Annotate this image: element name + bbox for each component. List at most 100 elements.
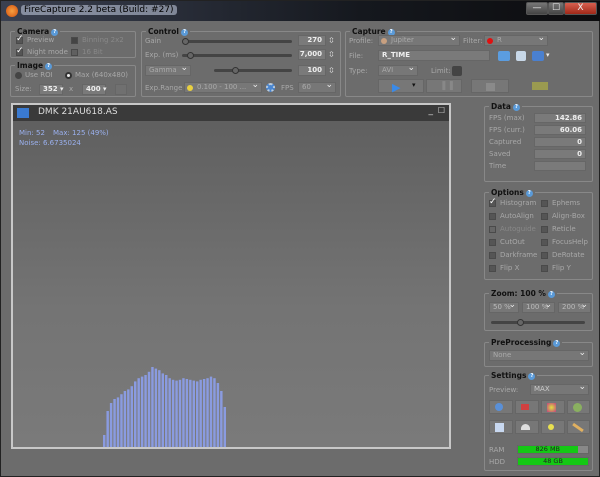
preview-checkbox[interactable] bbox=[16, 34, 24, 44]
max-radio[interactable] bbox=[65, 72, 72, 79]
gain-slider-handle[interactable] bbox=[182, 38, 189, 45]
ram-fill: 826 MB bbox=[518, 446, 578, 453]
folder-icon[interactable] bbox=[532, 51, 544, 61]
exposure-slider[interactable] bbox=[182, 52, 292, 59]
data-value: 142.86 bbox=[534, 113, 586, 123]
light-button[interactable] bbox=[541, 420, 565, 434]
histogram bbox=[103, 367, 226, 447]
zoom-50-button[interactable]: 50 % bbox=[489, 301, 519, 313]
data-label: FPS (curr.) bbox=[489, 126, 525, 134]
gain-spinner[interactable]: ⇳ bbox=[328, 35, 336, 46]
option-checkbox[interactable] bbox=[541, 239, 548, 246]
minimize-button[interactable]: — bbox=[526, 2, 548, 15]
option-checkbox[interactable] bbox=[489, 239, 496, 246]
help-icon[interactable]: ? bbox=[553, 339, 561, 347]
crosshair-button[interactable] bbox=[115, 84, 127, 95]
gamma-spinner[interactable]: ⇳ bbox=[328, 65, 336, 76]
trash-icon[interactable] bbox=[516, 51, 526, 61]
help-icon[interactable]: ? bbox=[51, 28, 59, 36]
start-capture-button[interactable]: ▶ ▾ bbox=[378, 79, 424, 94]
gamma-field[interactable]: 100 bbox=[298, 65, 326, 76]
width-select[interactable]: 352 ▾ bbox=[39, 84, 64, 95]
zoom-200-button[interactable]: 200 % bbox=[558, 301, 591, 313]
gain-slider[interactable] bbox=[182, 38, 292, 45]
option-checkbox[interactable] bbox=[541, 213, 548, 220]
use-roi-radio[interactable] bbox=[15, 72, 22, 79]
histogram-bar bbox=[120, 394, 123, 447]
histogram-bar bbox=[134, 381, 137, 447]
image-title: Image bbox=[17, 61, 44, 70]
help-icon[interactable]: ? bbox=[181, 28, 189, 36]
option-checkbox[interactable] bbox=[489, 252, 496, 259]
folder-dropdown-icon[interactable]: ▾ bbox=[546, 51, 550, 59]
zoom-slider[interactable] bbox=[491, 319, 585, 326]
telescope-button[interactable] bbox=[567, 420, 590, 434]
settings-button[interactable] bbox=[489, 400, 513, 414]
help-icon[interactable]: ? bbox=[525, 189, 533, 197]
option-checkbox[interactable] bbox=[489, 213, 496, 220]
histogram-bar bbox=[116, 397, 120, 447]
maximize-button[interactable]: ☐ bbox=[548, 2, 564, 15]
filter-value: R bbox=[497, 36, 502, 44]
option-checkbox[interactable] bbox=[489, 226, 496, 233]
gear-icon bbox=[495, 403, 503, 411]
data-panel: Data? FPS (max) 142.86 FPS (curr.) 60.06 Cap… bbox=[484, 102, 593, 182]
help-icon[interactable]: ? bbox=[547, 290, 555, 298]
preview-mode-label: Preview: bbox=[489, 386, 519, 394]
speed-button[interactable] bbox=[515, 420, 539, 434]
list-menu-icon[interactable] bbox=[532, 82, 548, 90]
fps-label: FPS bbox=[281, 84, 294, 92]
pause-button[interactable]: ❚❚ bbox=[426, 79, 462, 93]
help-icon[interactable]: ? bbox=[528, 372, 536, 380]
preprocessing-select[interactable]: None bbox=[489, 349, 589, 361]
option-checkbox[interactable] bbox=[541, 226, 548, 233]
exp-range-select[interactable]: 0.100 - 100 ... bbox=[184, 81, 262, 93]
telescope-icon bbox=[572, 422, 584, 433]
control-panel: Control? Gain 270 ⇳ Exp. (ms) 7,000 ⇳ Ga… bbox=[141, 27, 341, 97]
record-settings-button[interactable] bbox=[515, 400, 539, 414]
align-settings-button[interactable] bbox=[567, 400, 590, 414]
data-label: Saved bbox=[489, 150, 511, 158]
histogram-bar bbox=[161, 373, 164, 447]
gain-field[interactable]: 270 bbox=[298, 35, 326, 46]
type-select[interactable]: AVI bbox=[378, 64, 418, 76]
exposure-field[interactable]: 7,000 bbox=[298, 49, 326, 60]
exposure-slider-handle[interactable] bbox=[187, 52, 195, 59]
gear-icon[interactable] bbox=[266, 83, 275, 92]
profile-select[interactable]: Jupiter bbox=[378, 34, 460, 46]
option-checkbox[interactable] bbox=[541, 265, 548, 272]
help-icon[interactable]: ? bbox=[512, 103, 520, 111]
color-settings-button[interactable] bbox=[541, 400, 565, 414]
option-checkbox[interactable] bbox=[541, 252, 548, 259]
16bit-checkbox[interactable] bbox=[71, 49, 78, 56]
close-button[interactable]: X bbox=[564, 2, 597, 15]
histogram-bar bbox=[213, 378, 216, 447]
option-checkbox[interactable] bbox=[489, 197, 497, 207]
zoom-100-button[interactable]: 100 % bbox=[522, 301, 555, 313]
database-button[interactable] bbox=[489, 420, 513, 434]
hdd-bar: 48 GB bbox=[517, 457, 589, 466]
data-value: 0 bbox=[534, 137, 586, 147]
option-checkbox[interactable] bbox=[489, 265, 496, 272]
zoom-slider-handle[interactable] bbox=[517, 319, 525, 326]
gamma-select[interactable]: Gamma bbox=[145, 64, 191, 76]
data-label: Captured bbox=[489, 138, 522, 146]
height-select[interactable]: 400 ▾ bbox=[82, 84, 107, 95]
exposure-spinner[interactable]: ⇳ bbox=[328, 49, 336, 60]
option-checkbox[interactable] bbox=[541, 200, 548, 207]
data-label: FPS (max) bbox=[489, 114, 525, 122]
stop-button[interactable] bbox=[471, 79, 509, 93]
fps-select[interactable]: 60 bbox=[298, 81, 336, 93]
histogram-bar bbox=[123, 391, 127, 447]
preview-mode-select[interactable]: MAX bbox=[530, 383, 589, 395]
filter-select[interactable]: R bbox=[484, 34, 548, 46]
gamma-slider[interactable] bbox=[214, 67, 292, 74]
new-folder-icon[interactable] bbox=[498, 51, 510, 61]
help-icon[interactable]: ? bbox=[45, 62, 53, 70]
limit-button[interactable] bbox=[452, 66, 462, 76]
file-field[interactable]: R_TIME bbox=[378, 50, 490, 61]
night-mode-checkbox[interactable] bbox=[16, 46, 24, 56]
binning-checkbox[interactable] bbox=[71, 37, 78, 44]
preview-window[interactable]: DMK 21AU618.AS ☐ _ Min: 52 Max: 125 (49%… bbox=[11, 103, 451, 449]
gamma-slider-handle[interactable] bbox=[231, 67, 239, 74]
